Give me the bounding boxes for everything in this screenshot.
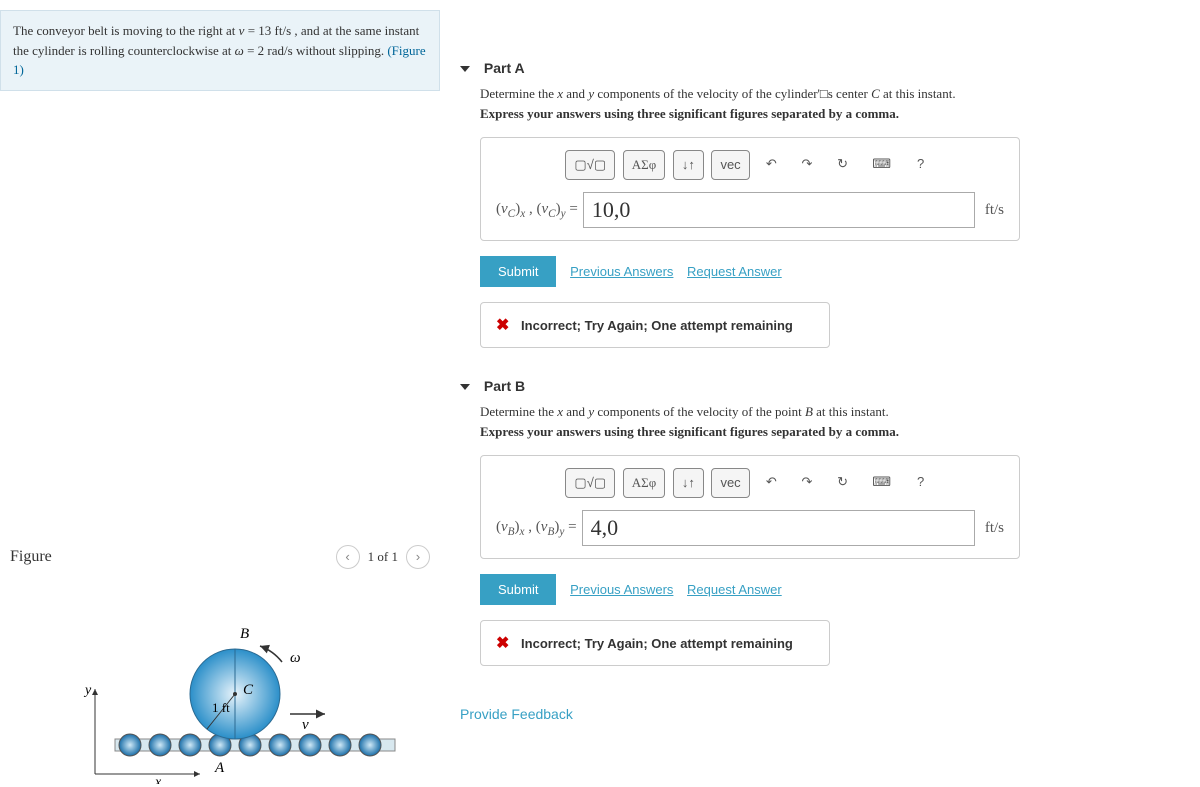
part-a-var-label: (vC)x , (vC)y = xyxy=(496,201,578,220)
part-a-unit: ft/s xyxy=(985,202,1004,219)
reset-button[interactable]: ↻ xyxy=(829,468,857,498)
radius-label: 1 ft xyxy=(212,700,230,715)
incorrect-icon: ✖ xyxy=(496,635,509,652)
subsup-button[interactable]: ↓↑ xyxy=(673,150,704,180)
part-b-header[interactable]: Part B xyxy=(460,368,1180,404)
redo-button[interactable]: ↷ xyxy=(793,150,821,180)
part-b-answer-box: ▢√▢ ΑΣφ ↓↑ vec ↶ ↷ ↻ ⌨ ? (vB)x , (vB)y =… xyxy=(480,455,1020,559)
greek-button[interactable]: ΑΣφ xyxy=(623,468,665,498)
caret-down-icon xyxy=(460,384,470,390)
caret-down-icon xyxy=(460,66,470,72)
part-b-request-answer-link[interactable]: Request Answer xyxy=(687,582,782,597)
greek-button[interactable]: ΑΣφ xyxy=(623,150,665,180)
reset-button[interactable]: ↻ xyxy=(829,150,857,180)
part-a-toolbar: ▢√▢ ΑΣφ ↓↑ vec ↶ ↷ ↻ ⌨ ? xyxy=(496,150,1004,180)
figure-page-label: 1 of 1 xyxy=(368,549,398,565)
provide-feedback-link[interactable]: Provide Feedback xyxy=(460,706,1180,722)
part-b-var-label: (vB)x , (vB)y = xyxy=(496,519,577,538)
point-c-label: C xyxy=(243,682,254,698)
part-b-unit: ft/s xyxy=(985,520,1004,537)
figure-diagram: y x B C 1 ft xyxy=(40,594,400,784)
part-b-submit-button[interactable]: Submit xyxy=(480,574,556,605)
part-a-feedback: ✖ Incorrect; Try Again; One attempt rema… xyxy=(480,302,830,348)
part-b-feedback: ✖ Incorrect; Try Again; One attempt rema… xyxy=(480,620,830,666)
point-a-label: A xyxy=(214,760,225,776)
part-a-previous-answers-link[interactable]: Previous Answers xyxy=(570,264,673,279)
figure-prev-button[interactable]: ‹ xyxy=(336,545,360,569)
vec-button[interactable]: vec xyxy=(711,150,749,180)
part-a-input[interactable] xyxy=(583,192,975,228)
part-b-instruction: Determine the x and y components of the … xyxy=(480,404,1180,420)
point-b-label: B xyxy=(240,626,249,642)
part-a-submit-button[interactable]: Submit xyxy=(480,256,556,287)
vec-button[interactable]: vec xyxy=(711,468,749,498)
templates-button[interactable]: ▢√▢ xyxy=(565,468,615,498)
undo-button[interactable]: ↶ xyxy=(757,468,785,498)
incorrect-icon: ✖ xyxy=(496,317,509,334)
omega-label: ω xyxy=(290,650,301,666)
part-a-header[interactable]: Part A xyxy=(460,50,1180,86)
part-a-format: Express your answers using three signifi… xyxy=(480,106,1180,122)
help-button[interactable]: ? xyxy=(907,468,935,498)
undo-button[interactable]: ↶ xyxy=(757,150,785,180)
part-b-previous-answers-link[interactable]: Previous Answers xyxy=(570,582,673,597)
keyboard-button[interactable]: ⌨ xyxy=(864,150,899,180)
v-label: v xyxy=(302,717,309,733)
help-button[interactable]: ? xyxy=(907,150,935,180)
redo-button[interactable]: ↷ xyxy=(793,468,821,498)
figure-next-button[interactable]: › xyxy=(406,545,430,569)
problem-statement: The conveyor belt is moving to the right… xyxy=(0,10,440,91)
part-b-input[interactable] xyxy=(582,510,975,546)
subsup-button[interactable]: ↓↑ xyxy=(673,468,704,498)
figure-pager: ‹ 1 of 1 › xyxy=(336,545,430,569)
axis-y-label: y xyxy=(83,683,92,698)
axis-x-label: x xyxy=(154,775,162,784)
keyboard-button[interactable]: ⌨ xyxy=(864,468,899,498)
part-a-request-answer-link[interactable]: Request Answer xyxy=(687,264,782,279)
part-a-answer-box: ▢√▢ ΑΣφ ↓↑ vec ↶ ↷ ↻ ⌨ ? (vC)x , (vC)y =… xyxy=(480,137,1020,241)
templates-button[interactable]: ▢√▢ xyxy=(565,150,615,180)
figure-title: Figure xyxy=(10,548,52,566)
part-b-format: Express your answers using three signifi… xyxy=(480,424,1180,440)
part-b-toolbar: ▢√▢ ΑΣφ ↓↑ vec ↶ ↷ ↻ ⌨ ? xyxy=(496,468,1004,498)
part-a-instruction: Determine the x and y components of the … xyxy=(480,86,1180,102)
